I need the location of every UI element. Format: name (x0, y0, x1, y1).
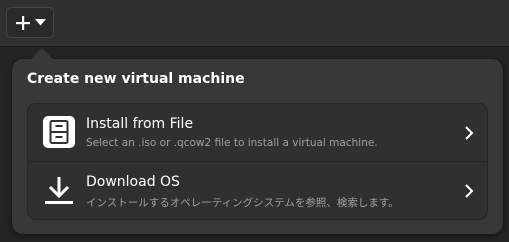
download-os-row[interactable]: Download OS インストールするオペレーティングシステムを参照、検索しま… (28, 162, 487, 219)
header-bar (0, 0, 509, 47)
download-icon (43, 174, 75, 206)
create-vm-popover: Create new virtual machine Install from … (12, 48, 503, 234)
chevron-right-icon (464, 183, 474, 199)
options-card: Install from File Select an .iso or .qco… (28, 104, 487, 219)
plus-icon (15, 15, 31, 31)
install-from-file-subtitle: Select an .iso or .qcow2 file to install… (86, 137, 378, 149)
install-from-file-row[interactable]: Install from File Select an .iso or .qco… (28, 104, 487, 161)
chevron-right-icon (464, 125, 474, 141)
popover-arrow (31, 48, 53, 59)
install-from-file-title: Install from File (86, 116, 194, 132)
popover-title: Create new virtual machine (27, 71, 245, 87)
download-os-title: Download OS (86, 174, 180, 190)
pan-down-icon (34, 19, 46, 26)
new-vm-menu-button[interactable] (6, 7, 54, 38)
download-os-subtitle: インストールするオペレーティングシステムを参照、検索します。 (86, 197, 399, 209)
file-cabinet-icon (43, 116, 75, 148)
